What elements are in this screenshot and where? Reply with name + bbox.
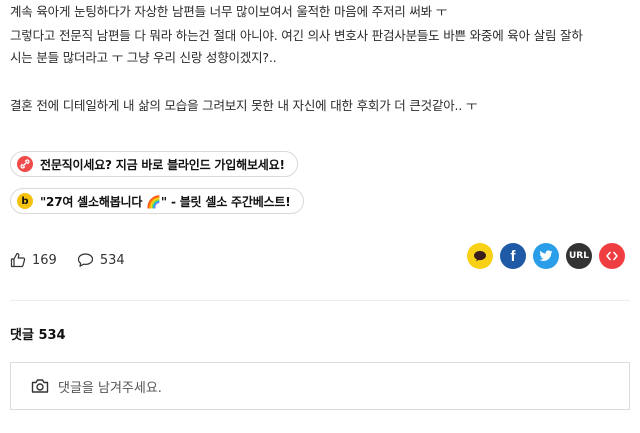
like-button[interactable]: 169 xyxy=(10,252,57,268)
post-paragraph-3: 결혼 전에 디테일하게 내 삶의 모습을 그려보지 못한 내 자신에 대한 후회… xyxy=(10,95,630,117)
code-brackets-icon xyxy=(606,251,618,261)
promo-banner-signup[interactable]: 전문직이세요? 지금 바로 블라인드 가입해보세요! xyxy=(10,151,298,177)
comment-count: 534 xyxy=(99,252,125,268)
link-icon xyxy=(17,156,33,172)
like-count: 169 xyxy=(32,252,57,268)
kakao-talk-icon xyxy=(474,250,486,262)
embed-button[interactable] xyxy=(599,243,625,269)
url-copy-button[interactable]: URL xyxy=(566,243,592,269)
post-paragraph-2: 그렇다고 전문직 남편들 다 뭐라 하는건 절대 아니야. 여긴 의사 변호사 … xyxy=(10,25,630,69)
url-icon: URL xyxy=(569,251,589,261)
promo-banner-weekly-best[interactable]: b "27여 셀소해봅니다 🌈" - 블릿 셀소 주간베스트! xyxy=(10,188,304,214)
section-divider xyxy=(10,300,630,301)
post-paragraph-1: 계속 육아게 눈팅하다가 자상한 남편들 너무 많이보여서 울적한 마음에 주저… xyxy=(10,1,630,23)
thumbs-up-icon xyxy=(10,252,26,268)
post-line: 그렇다고 전문직 남편들 다 뭐라 하는건 절대 아니야. 여긴 의사 변호사 … xyxy=(10,28,583,43)
comments-heading: 댓글 534 xyxy=(10,328,66,343)
facebook-icon: f xyxy=(510,247,516,265)
camera-icon[interactable] xyxy=(31,378,49,394)
kakao-share-button[interactable] xyxy=(467,243,493,269)
promo-text: 전문직이세요? 지금 바로 블라인드 가입해보세요! xyxy=(40,157,285,172)
twitter-share-button[interactable] xyxy=(533,243,559,269)
comment-count-button[interactable]: 534 xyxy=(77,252,125,268)
facebook-share-button[interactable]: f xyxy=(500,243,526,269)
b-badge-icon: b xyxy=(17,193,33,209)
promo-text: "27여 셀소해봅니다 🌈" - 블릿 셀소 주간베스트! xyxy=(40,194,291,209)
share-buttons: f URL xyxy=(460,243,625,269)
post-stats: 169 534 xyxy=(10,250,145,270)
twitter-bird-icon xyxy=(539,250,553,261)
comment-input[interactable]: 댓글을 남겨주세요. xyxy=(10,362,630,410)
post-line: 시는 분들 많더라고 ㅜ 그냥 우리 신랑 성향이겠지?.. xyxy=(10,50,277,65)
post-line: 계속 육아게 눈팅하다가 자상한 남편들 너무 많이보여서 울적한 마음에 주저… xyxy=(10,4,448,19)
post-line: 결혼 전에 디테일하게 내 삶의 모습을 그려보지 못한 내 자신에 대한 후회… xyxy=(10,98,478,113)
speech-bubble-icon xyxy=(77,253,93,267)
comment-placeholder: 댓글을 남겨주세요. xyxy=(58,380,162,396)
